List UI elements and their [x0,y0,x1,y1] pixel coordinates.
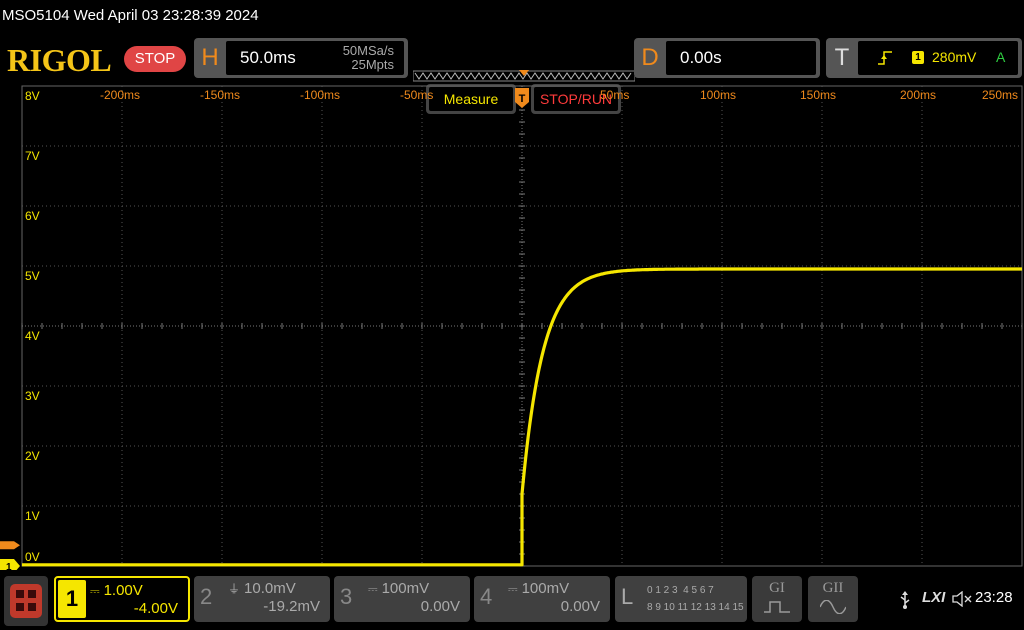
trigger-body: 1 280mV A [858,41,1018,75]
channel-4-scale-value: 100mV [521,580,570,597]
time-label: 200ms [900,88,937,102]
clock: 23:28 [975,589,1013,606]
channel-1-ground-marker: 1 [0,559,20,570]
delay-panel[interactable]: D 0.00s [634,38,820,78]
logic-letter: L [621,584,634,609]
channel-2-offset: -19.2mV [263,598,320,615]
time-label: -50ms [400,88,434,102]
trigger-source-badge: 1 [912,51,924,64]
generator-2-label: GII [822,580,844,596]
time-label: -200ms [100,88,141,102]
lxi-icon: LXI [922,589,946,606]
channel-2-number: 2 [200,584,213,609]
logic-channels-row-1: 0 1 2 3 4 5 6 7 [647,585,714,596]
square-wave-icon [764,601,790,613]
graticule: T1 [0,85,1023,570]
menu-grid-icon [10,584,42,618]
svg-text:T: T [519,93,526,105]
time-label: 100ms [700,88,737,102]
trigger-letter: T [828,41,856,75]
memory-overview-bar[interactable] [413,70,635,82]
title-bar: MSO5104 Wed April 03 23:28:39 2024 [0,0,1024,34]
bottom-bar: 1 ⎓ 1.00V -4.00V 2 ⏚ 10.0mV -19.2mV 3 ⎓ 100… [0,570,1024,630]
rising-edge-icon [878,51,892,65]
usb-icon [900,591,910,609]
channel-4-offset: 0.00V [560,598,600,615]
generator-1-label: GI [769,580,785,596]
channel-2-scale-value: 10.0mV [244,580,296,597]
timebase-value: 50.0ms [240,48,296,67]
generator-2-button[interactable]: GII [808,576,858,622]
channel-3-panel[interactable]: 3 ⎓ 100mV 0.00V [334,576,470,622]
voltage-label: 6V [25,209,40,223]
channel-4-number: 4 [480,584,493,609]
voltage-label: 4V [25,329,40,343]
delay-letter: D [636,41,664,75]
voltage-label: 7V [25,149,40,163]
svg-text:1: 1 [6,562,12,570]
delay-value: 0.00s [680,48,722,67]
voltage-label: 5V [25,269,40,283]
voltage-label: 3V [25,389,40,403]
voltage-label: 8V [25,89,40,103]
time-label: -100ms [300,88,341,102]
sample-rate-value: 50MSa/s [342,43,394,58]
channel-3-scale: ⎓ 100mV [368,580,429,597]
trigger-level-value: 280mV [932,49,977,65]
gnd-coupling-icon: ⏚ [228,582,241,596]
horizontal-body: 50.0ms 50MSa/s 25Mpts [226,41,404,75]
channel-2-scale: ⏚ 10.0mV [228,580,296,597]
channel-1-number: 1 [58,580,86,618]
logic-channels-row-2: 8 9 10 11 12 13 14 15 [647,602,744,613]
channel-3-offset: 0.00V [420,598,460,615]
trigger-mode-value: A [996,49,1006,65]
generator-1-button[interactable]: GI [752,576,802,622]
memory-depth-value: 25Mpts [351,57,394,72]
trigger-level-marker [0,541,20,550]
rigol-logo: RIGOL [7,42,112,78]
channel-3-number: 3 [340,584,353,609]
logic-analyzer-panel[interactable]: L 0 1 2 3 4 5 6 7 8 9 10 11 12 13 14 15 [615,576,747,622]
channel-1-scale-value: 1.00V [103,582,143,599]
horizontal-letter: H [196,41,224,75]
dc-coupling-icon: ⎓ [508,582,518,596]
channel-2-panel[interactable]: 2 ⏚ 10.0mV -19.2mV [194,576,330,622]
channel-1-offset: -4.00V [133,600,178,617]
time-label: 250ms [982,88,1019,102]
instrument-title: MSO5104 Wed April 03 23:28:39 2024 [2,7,259,24]
main-menu-button[interactable] [4,576,48,626]
dc-coupling-icon: ⎓ [368,582,378,596]
trigger-panel[interactable]: T 1 280mV A [826,38,1022,78]
run-status-badge[interactable]: STOP [124,46,186,72]
channel-4-scale: ⎓ 100mV [508,580,569,597]
time-label: 50ms [600,88,630,102]
trigger-position-marker: T [515,88,529,108]
speaker-muted-icon[interactable] [952,591,972,607]
channel-4-panel[interactable]: 4 ⎓ 100mV 0.00V [474,576,610,622]
channel-1-panel[interactable]: 1 ⎓ 1.00V -4.00V [54,576,190,622]
voltage-label: 0V [25,550,40,564]
horizontal-panel[interactable]: H 50.0ms 50MSa/s 25Mpts [194,38,408,78]
delay-body: 0.00s [666,41,816,75]
time-label: -150ms [200,88,241,102]
voltage-label: 2V [25,449,40,463]
channel-1-scale: ⎓ 1.00V [90,582,143,599]
header-bar: RIGOL STOP H 50.0ms 50MSa/s 25Mpts Measu… [0,34,1024,114]
voltage-label: 1V [25,509,40,523]
waveform-display[interactable]: T1 8V 7V 6V 5V 4V 3V 2V 1V 0V -200ms -150ms -100ms… [0,84,1024,570]
dc-coupling-icon: ⎓ [90,584,100,598]
sine-wave-icon [820,600,846,614]
channel-3-scale-value: 100mV [381,580,430,597]
time-label: 150ms [800,88,837,102]
